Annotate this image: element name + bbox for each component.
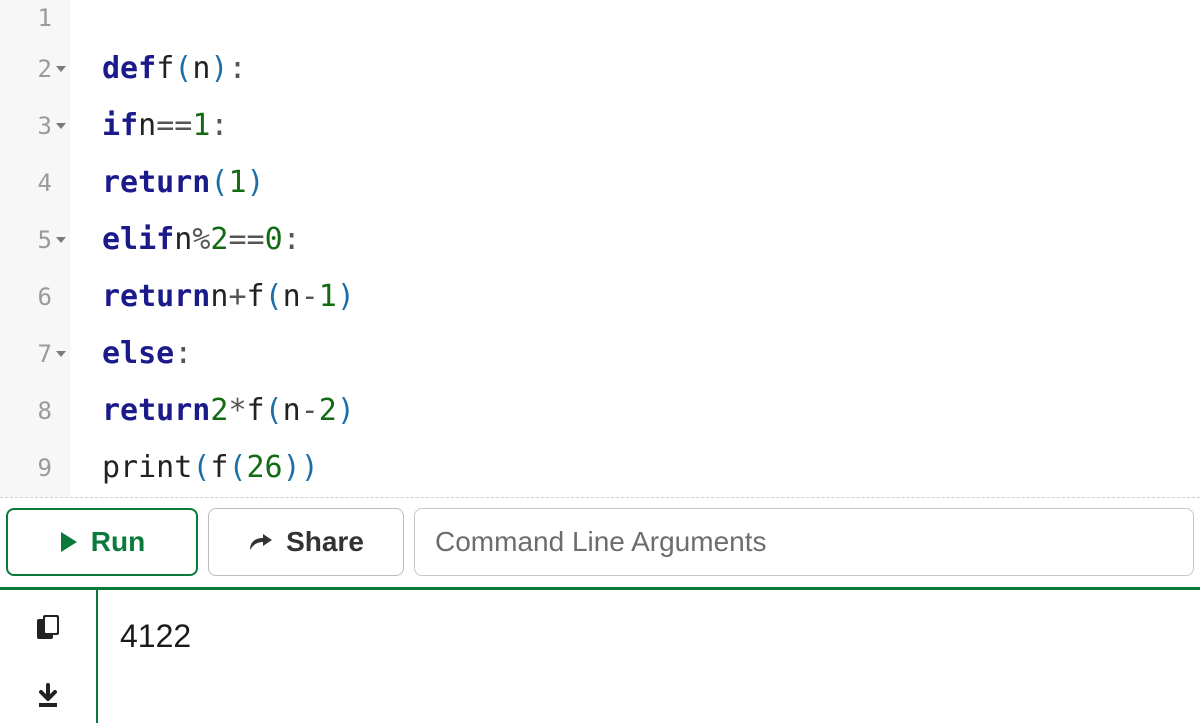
token-op: * <box>228 393 246 428</box>
line-number: 4 <box>0 154 70 211</box>
token-fn: print <box>102 450 192 485</box>
copy-icon[interactable] <box>32 612 64 644</box>
play-icon <box>59 530 79 554</box>
token-op: == <box>228 222 264 257</box>
token-kw: else <box>102 336 174 371</box>
token-op: % <box>192 222 210 257</box>
token-op: + <box>228 279 246 314</box>
code-editor[interactable]: 123456789 def f(n): if n == 1: return(1)… <box>0 0 1200 498</box>
run-button[interactable]: Run <box>6 508 198 576</box>
token-par: ) <box>247 165 265 200</box>
code-line[interactable] <box>102 0 1200 40</box>
token-kw: return <box>102 393 210 428</box>
token-par: ( <box>265 393 283 428</box>
token-num: 2 <box>210 393 228 428</box>
token-name: n <box>192 51 210 86</box>
output-toolbar <box>0 590 98 723</box>
code-line[interactable]: print(f(26)) <box>102 439 1200 496</box>
line-number: 2 <box>0 40 70 97</box>
line-number-gutter: 123456789 <box>0 0 70 497</box>
token-kw: def <box>102 51 156 86</box>
code-line[interactable]: return n + f(n-1) <box>102 268 1200 325</box>
token-par: ( <box>174 51 192 86</box>
token-name: n <box>283 279 301 314</box>
token-fn: f <box>247 393 265 428</box>
line-number: 5 <box>0 211 70 268</box>
line-number: 8 <box>0 382 70 439</box>
share-icon <box>248 530 274 554</box>
token-name: n <box>210 279 228 314</box>
output-panel: 4122 <box>0 590 1200 723</box>
output-text: 4122 <box>98 590 1200 723</box>
token-kw: elif <box>102 222 174 257</box>
token-op: : <box>210 108 228 143</box>
token-par: ) <box>283 450 301 485</box>
token-name: n <box>283 393 301 428</box>
token-par: ) <box>337 279 355 314</box>
token-name: n <box>138 108 156 143</box>
token-par: ) <box>337 393 355 428</box>
token-fn: f <box>156 51 174 86</box>
token-num: 26 <box>247 450 283 485</box>
code-line[interactable]: else: <box>102 325 1200 382</box>
token-fn: f <box>210 450 228 485</box>
token-kw: return <box>102 279 210 314</box>
line-number: 1 <box>0 0 70 40</box>
token-kw: return <box>102 165 210 200</box>
token-num: 1 <box>192 108 210 143</box>
token-num: 2 <box>210 222 228 257</box>
code-line[interactable]: elif n % 2 == 0: <box>102 211 1200 268</box>
run-button-label: Run <box>91 526 145 558</box>
token-num: 0 <box>265 222 283 257</box>
token-par: ( <box>265 279 283 314</box>
token-op: - <box>301 279 319 314</box>
token-num: 1 <box>319 279 337 314</box>
token-num: 2 <box>319 393 337 428</box>
token-par: ( <box>210 165 228 200</box>
token-par: ) <box>210 51 228 86</box>
code-line[interactable]: def f(n): <box>102 40 1200 97</box>
token-num: 1 <box>228 165 246 200</box>
share-button-label: Share <box>286 526 364 558</box>
token-op: == <box>156 108 192 143</box>
code-line[interactable]: return(1) <box>102 154 1200 211</box>
line-number: 7 <box>0 325 70 382</box>
line-number: 9 <box>0 439 70 496</box>
line-number: 6 <box>0 268 70 325</box>
share-button[interactable]: Share <box>208 508 404 576</box>
token-op: : <box>228 51 246 86</box>
line-number: 3 <box>0 97 70 154</box>
token-op: - <box>301 393 319 428</box>
token-par: ) <box>301 450 319 485</box>
token-op: : <box>174 336 192 371</box>
token-op: : <box>283 222 301 257</box>
token-par: ( <box>192 450 210 485</box>
code-line[interactable]: if n == 1: <box>102 97 1200 154</box>
code-content[interactable]: def f(n): if n == 1: return(1) elif n % … <box>70 0 1200 497</box>
token-kw: if <box>102 108 138 143</box>
token-fn: f <box>247 279 265 314</box>
token-par: ( <box>228 450 246 485</box>
code-line[interactable]: return 2 * f(n-2) <box>102 382 1200 439</box>
token-name: n <box>174 222 192 257</box>
toolbar: Run Share <box>0 498 1200 590</box>
download-icon[interactable] <box>32 680 64 712</box>
cli-args-input[interactable] <box>414 508 1194 576</box>
